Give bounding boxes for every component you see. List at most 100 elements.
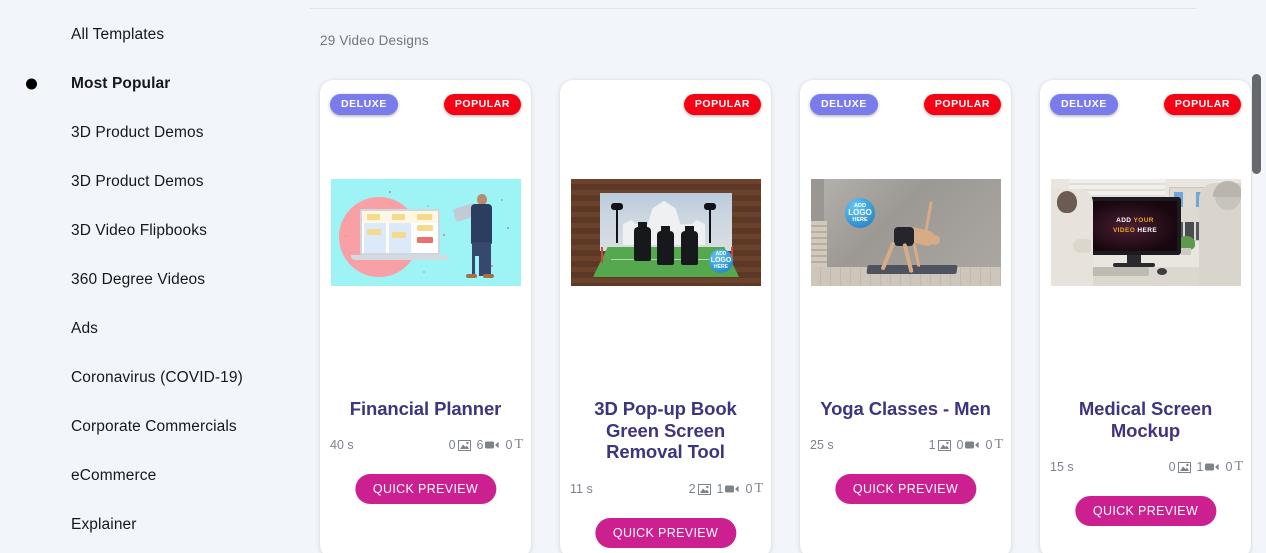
- quick-preview-button[interactable]: QUICK PREVIEW: [354, 474, 497, 504]
- template-title: 3D Pop-up Book Green Screen Removal Tool: [594, 398, 737, 463]
- template-meta-row: 15 s 0 1 0 T: [1050, 459, 1243, 475]
- sidebar-item-ecommerce[interactable]: eCommerce: [0, 451, 310, 500]
- video-count: 0: [957, 438, 980, 452]
- category-sidebar: All Templates Most Popular 3D Product De…: [0, 0, 310, 553]
- shelf-folder: [1185, 192, 1194, 207]
- badge-row: POPULAR: [560, 93, 771, 115]
- laptop-screen-shape: [360, 209, 440, 255]
- screen-text-line-2: VIDEO HERE: [1112, 227, 1158, 234]
- sidebar-item-explainer[interactable]: Explainer: [0, 500, 310, 549]
- popular-badge: POPULAR: [443, 93, 521, 115]
- person-suit-shape: [471, 204, 492, 244]
- sidebar-item-3d-product-demos-1[interactable]: 3D Product Demos: [0, 108, 310, 157]
- image-icon: [1177, 461, 1191, 473]
- template-card[interactable]: DELUXE POPULAR: [1040, 80, 1251, 553]
- image-count-value: 0: [448, 438, 456, 452]
- sidebar-item-3d-product-demos-2[interactable]: 3D Product Demos: [0, 157, 310, 206]
- sidebar-item-360-degree-videos[interactable]: 360 Degree Videos: [0, 255, 310, 304]
- medical-screen-photo: ADD YOUR VIDEO HERE: [1051, 179, 1241, 286]
- template-card[interactable]: DELUXE POPULAR: [800, 80, 1011, 553]
- sidebar-item-most-popular[interactable]: Most Popular: [0, 59, 310, 108]
- sidebar-item-label: Ads: [71, 319, 99, 337]
- text-glyph-icon: T: [994, 437, 1003, 452]
- sidebar-item-coronavirus[interactable]: Coronavirus (COVID-19): [0, 353, 310, 402]
- template-thumbnail[interactable]: ADD LOGO HERE: [811, 179, 1001, 286]
- person-shoe-shape: [483, 274, 494, 278]
- template-card[interactable]: DELUXE POPULAR: [320, 80, 531, 553]
- template-thumbnail[interactable]: ADD LOGO HERE: [571, 179, 761, 286]
- popup-book-photo: ADD LOGO HERE: [571, 179, 761, 286]
- deluxe-badge: DELUXE: [810, 93, 878, 115]
- head-shape: [930, 235, 940, 245]
- sidebar-item-label: 360 Degree Videos: [71, 270, 206, 288]
- screen-tag: [392, 232, 406, 238]
- screen-tag: [367, 229, 381, 235]
- active-bullet-icon: [26, 78, 37, 89]
- popular-badge: POPULAR: [683, 93, 761, 115]
- page-scrollbar-thumb[interactable]: [1252, 74, 1261, 174]
- person-left-figure: [1051, 189, 1093, 286]
- template-thumbnail[interactable]: ADD YOUR VIDEO HERE: [1051, 179, 1241, 286]
- sidebar-item-all-templates[interactable]: All Templates: [0, 10, 310, 59]
- image-count-value: 0: [1168, 460, 1176, 474]
- person-legs-shape: [472, 242, 491, 276]
- text-count-value: 0: [505, 438, 513, 452]
- sidebar-item-label: 3D Video Flipbooks: [71, 221, 207, 239]
- video-count-value: 6: [476, 438, 484, 452]
- sidebar-item-ads[interactable]: Ads: [0, 304, 310, 353]
- sidebar-item-corporate-commercials[interactable]: Corporate Commercials: [0, 402, 310, 451]
- image-count: 2: [689, 482, 711, 496]
- template-meta-row: 25 s 1 0 0 T: [810, 437, 1003, 453]
- badge-row: DELUXE POPULAR: [1040, 93, 1251, 115]
- financial-planner-illustration: [331, 179, 521, 286]
- sidebar-item-label: Most Popular: [71, 74, 171, 92]
- video-count-value: 0: [956, 438, 964, 452]
- asset-counts: 0 1 0 T: [1169, 459, 1243, 475]
- sidebar-item-label: Corporate Commercials: [71, 417, 237, 435]
- screen-tag: [392, 214, 405, 220]
- video-count: 1: [1197, 460, 1220, 474]
- confetti-dot: [345, 235, 347, 237]
- video-camera-icon: [1205, 463, 1220, 471]
- template-results-area: 29 Video Designs DELUXE POPULAR Financia…: [310, 8, 1266, 553]
- quick-preview-button[interactable]: QUICK PREVIEW: [834, 474, 977, 504]
- sidebar-item-3d-video-flipbooks[interactable]: 3D Video Flipbooks: [0, 206, 310, 255]
- image-count: 0: [449, 438, 471, 452]
- screen-column: [389, 223, 411, 253]
- quick-preview-button[interactable]: QUICK PREVIEW: [594, 518, 737, 548]
- template-card[interactable]: POPULAR ADD LOGO HERE 3D Pop-up Book Gre…: [560, 80, 771, 553]
- confetti-dot: [491, 265, 493, 267]
- asset-counts: 2 1 0 T: [689, 481, 763, 497]
- sidebar-item-label: 3D Product Demos: [71, 172, 204, 190]
- quick-preview-button[interactable]: QUICK PREVIEW: [1074, 496, 1217, 526]
- video-count-value: 1: [1196, 460, 1204, 474]
- confetti-dot: [423, 271, 425, 273]
- asset-counts: 0 6 0 T: [449, 437, 523, 453]
- confetti-dot: [501, 199, 503, 201]
- results-count: 29 Video Designs: [320, 33, 429, 48]
- person-shoe-shape: [466, 274, 477, 278]
- laptop-base-shape: [351, 255, 449, 260]
- popular-badge: POPULAR: [923, 93, 1001, 115]
- your-logo-here-badge: ADD LOGO HERE: [709, 249, 733, 273]
- flag-pole-shape: [601, 247, 603, 263]
- confetti-dot: [389, 191, 391, 193]
- template-thumbnail[interactable]: [331, 179, 521, 286]
- template-card-grid: DELUXE POPULAR Financial Planner 40 s 0 …: [320, 80, 1251, 553]
- your-logo-here-badge: ADD LOGO HERE: [845, 198, 875, 228]
- lamp-post-shape: [704, 203, 716, 243]
- page-scrollbar-track[interactable]: [1252, 0, 1264, 553]
- monitor-stand: [1127, 255, 1141, 263]
- image-icon: [697, 483, 711, 495]
- text-count-value: 0: [985, 438, 993, 452]
- image-count-value: 1: [928, 438, 936, 452]
- screen-text-line-1: ADD YOUR: [1116, 217, 1154, 225]
- template-meta-row: 11 s 2 1 0 T: [570, 481, 763, 497]
- yoga-photo: ADD LOGO HERE: [811, 179, 1001, 286]
- duration-label: 40 s: [330, 438, 354, 452]
- template-title: Financial Planner: [349, 398, 502, 419]
- image-count-value: 2: [688, 482, 696, 496]
- keyboard-shape: [1087, 267, 1149, 276]
- duration-label: 11 s: [570, 482, 593, 496]
- screen-column: [364, 223, 386, 253]
